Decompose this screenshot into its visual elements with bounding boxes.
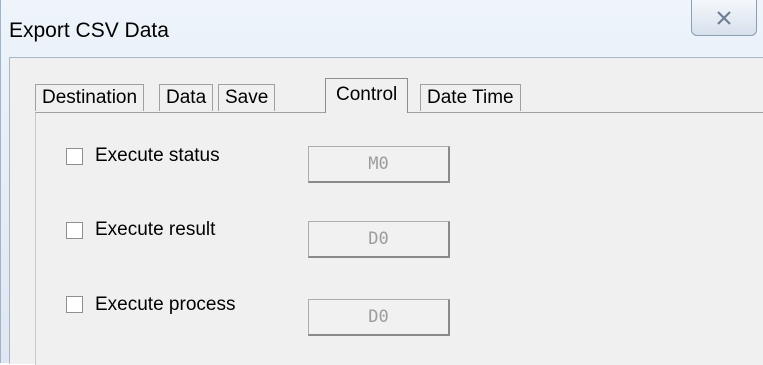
execute-status-checkbox[interactable] [66, 148, 83, 165]
execute-process-checkbox[interactable] [66, 296, 83, 313]
tab-destination[interactable]: Destination [35, 84, 145, 111]
tab-date-time[interactable]: Date Time [420, 84, 521, 111]
tab-data[interactable]: Data [159, 84, 214, 111]
dialog-client-area: Destination Data Save Control Date Time … [9, 57, 763, 365]
execute-process-address-button[interactable]: D0 [308, 299, 450, 336]
execute-process-row: Execute process D0 [36, 293, 763, 336]
close-button[interactable] [691, 0, 757, 36]
execute-result-address-button[interactable]: D0 [308, 221, 450, 258]
tab-save[interactable]: Save [218, 84, 276, 111]
dialog-title: Export CSV Data [9, 19, 169, 42]
execute-result-checkbox[interactable] [66, 222, 83, 239]
execute-status-label: Execute status [95, 145, 220, 166]
control-tab-panel: Execute status M0 Execute result D0 Exec… [35, 112, 763, 365]
execute-status-address-button[interactable]: M0 [308, 146, 450, 183]
execute-result-label: Execute result [95, 219, 216, 240]
tab-control[interactable]: Control [325, 78, 409, 113]
close-x-icon [716, 10, 732, 25]
execute-status-row: Execute status M0 [36, 138, 763, 183]
execute-process-label: Execute process [95, 294, 236, 315]
execute-result-row: Execute result D0 [36, 218, 763, 258]
export-csv-dialog: Export CSV Data Destination Data Save Co… [0, 0, 763, 365]
